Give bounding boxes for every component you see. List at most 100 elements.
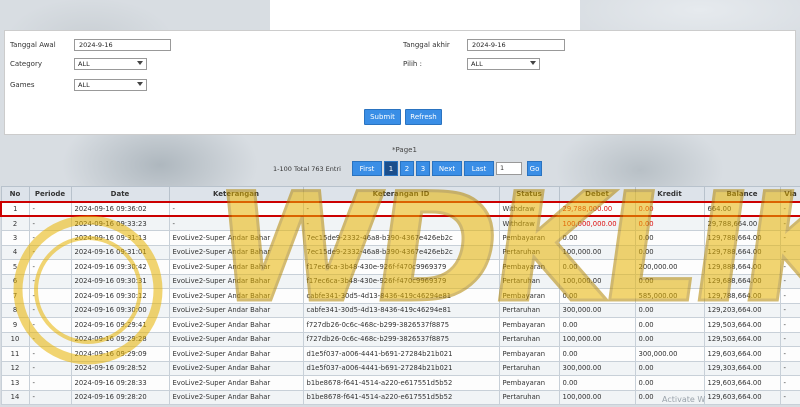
table-cell: 0.00 [634, 302, 705, 318]
table-cell: - [28, 244, 72, 260]
table-cell: 100,000.00 [558, 273, 636, 289]
activate-windows-text: Activate W [662, 395, 706, 404]
table-cell: EvoLive2-Super Andar Bahar [168, 360, 304, 376]
table-row: 4-2024-09-16 09:31:01 EvoLive2-Super Anda… [0, 244, 800, 260]
table-cell: 2024-09-16 09:29:41 [70, 317, 170, 333]
table-cell: 7ec15de9-2332-46a8-b390-4367e426eb2c [302, 230, 500, 246]
table-cell: 2024-09-16 09:30:12 [70, 288, 170, 304]
category-select[interactable]: ALL [74, 58, 147, 70]
table-row: 7-2024-09-16 09:30:12 EvoLive2-Super Anda… [0, 288, 800, 304]
column-header: Keterangan ID [302, 186, 500, 202]
table-cell: - [779, 215, 800, 231]
table-cell: - [28, 346, 72, 362]
pilih-select[interactable]: ALL [467, 58, 540, 70]
page-2-button[interactable]: 2 [400, 161, 414, 176]
first-page-button[interactable]: First [352, 161, 382, 176]
last-page-button[interactable]: Last [464, 161, 494, 176]
table-cell: 13 [0, 375, 30, 391]
table-cell: d1e5f037-a006-4441-b691-27284b21b021 [302, 360, 500, 376]
tanggal-akhir-input[interactable]: 2024-9-16 [467, 39, 565, 51]
column-header: Status [498, 186, 560, 202]
go-button[interactable]: Go [527, 161, 542, 176]
table-cell: 129,203,664.00 [703, 302, 781, 318]
table-cell: - [168, 215, 304, 231]
table-cell: 0.00 [634, 230, 705, 246]
table-cell: 129,603,664.00 [703, 375, 781, 391]
chevron-down-icon [530, 61, 536, 65]
table-cell: - [779, 302, 800, 318]
table-cell: Pertaruhan [498, 302, 560, 318]
table-cell: EvoLive2-Super Andar Bahar [168, 346, 304, 362]
table-cell: - [779, 346, 800, 362]
table-cell: 0.00 [634, 317, 705, 333]
table-cell: - [779, 273, 800, 289]
table-cell: 129,788,664.00 [703, 244, 781, 260]
submit-button[interactable]: Submit [364, 109, 401, 125]
table-cell: 585,000.00 [634, 288, 705, 304]
column-header: Debet [558, 186, 636, 202]
table-cell: 0.00 [558, 346, 636, 362]
refresh-button[interactable]: Refresh [405, 109, 442, 125]
tanggal-akhir-label: Tanggal akhir [403, 41, 450, 49]
table-cell: 29,788,664.00 [703, 215, 781, 231]
table-cell: EvoLive2-Super Andar Bahar [168, 375, 304, 391]
table-cell: 2024-09-16 09:36:02 [70, 200, 170, 217]
column-header: Date [70, 186, 170, 202]
table-cell: EvoLive2-Super Andar Bahar [168, 259, 304, 275]
table-cell: - [28, 273, 72, 289]
table-cell: - [779, 259, 800, 275]
tanggal-awal-label: Tanggal Awal [10, 41, 56, 49]
table-cell: 100,000.00 [558, 389, 636, 405]
table-row: 6-2024-09-16 09:30:31 EvoLive2-Super Anda… [0, 273, 800, 289]
table-cell: Pertaruhan [498, 389, 560, 405]
table-cell: 12 [0, 360, 30, 376]
transactions-table-wrap: No Periode Date Keterangan Keterangan ID Stat… [0, 186, 800, 405]
page-3-button[interactable]: 3 [416, 161, 430, 176]
table-row: 5-2024-09-16 09:30:42 EvoLive2-Super Anda… [0, 259, 800, 275]
table-cell: 100,000.00 [558, 244, 636, 260]
table-cell: 129,788,664.00 [703, 230, 781, 246]
table-cell: 129,603,664.00 [703, 389, 781, 405]
table-cell: 129,603,664.00 [703, 346, 781, 362]
table-cell: 0.00 [558, 375, 636, 391]
tanggal-awal-input[interactable]: 2024-9-16 [74, 39, 171, 51]
table-cell: - [28, 302, 72, 318]
games-select[interactable]: ALL [74, 79, 147, 91]
table-row: 13-2024-09-16 09:28:33 EvoLive2-Super And… [0, 375, 800, 391]
table-cell: - [28, 215, 72, 231]
table-cell: EvoLive2-Super Andar Bahar [168, 288, 304, 304]
table-cell: 8 [0, 302, 30, 318]
table-cell: Pertaruhan [498, 244, 560, 260]
table-row: 11-2024-09-16 09:29:09 EvoLive2-Super And… [0, 346, 800, 362]
table-cell: 129,688,664.00 [703, 273, 781, 289]
table-cell: Pertaruhan [498, 273, 560, 289]
page-title: *Page1 [392, 146, 417, 154]
next-page-button[interactable]: Next [432, 161, 462, 176]
games-label: Games [10, 81, 35, 89]
page-1-button[interactable]: 1 [384, 161, 398, 176]
table-row: 1-2024-09-16 09:36:02- - Withdraw 29,788,00… [0, 200, 800, 217]
table-cell: 0.00 [558, 230, 636, 246]
table-cell: - [779, 389, 800, 405]
table-cell: 664.00 [703, 200, 781, 217]
table-cell: 11 [0, 346, 30, 362]
table-cell: EvoLive2-Super Andar Bahar [168, 244, 304, 260]
column-header: Periode [28, 186, 72, 202]
table-cell: - [302, 215, 500, 231]
page-number-input[interactable]: 1 [496, 162, 522, 175]
table-cell: - [28, 200, 72, 217]
table-cell: 129,788,664.00 [703, 288, 781, 304]
table-cell: 129,503,664.00 [703, 331, 781, 347]
transactions-table: No Periode Date Keterangan Keterangan ID Stat… [0, 186, 800, 405]
table-cell: - [779, 200, 800, 217]
table-cell: f17ec6ca-3b48-430e-926f-f470c9969379 [302, 259, 500, 275]
table-cell: Pertaruhan [498, 360, 560, 376]
table-cell: f17ec6ca-3b48-430e-926f-f470c9969379 [302, 273, 500, 289]
table-cell: - [302, 200, 500, 217]
table-cell: - [28, 317, 72, 333]
column-header: Balance [703, 186, 781, 202]
table-cell: Withdraw [498, 215, 560, 231]
table-row: 9-2024-09-16 09:29:41 EvoLive2-Super Anda… [0, 317, 800, 333]
table-cell: 0.00 [634, 331, 705, 347]
table-cell: Pembayaran [498, 259, 560, 275]
